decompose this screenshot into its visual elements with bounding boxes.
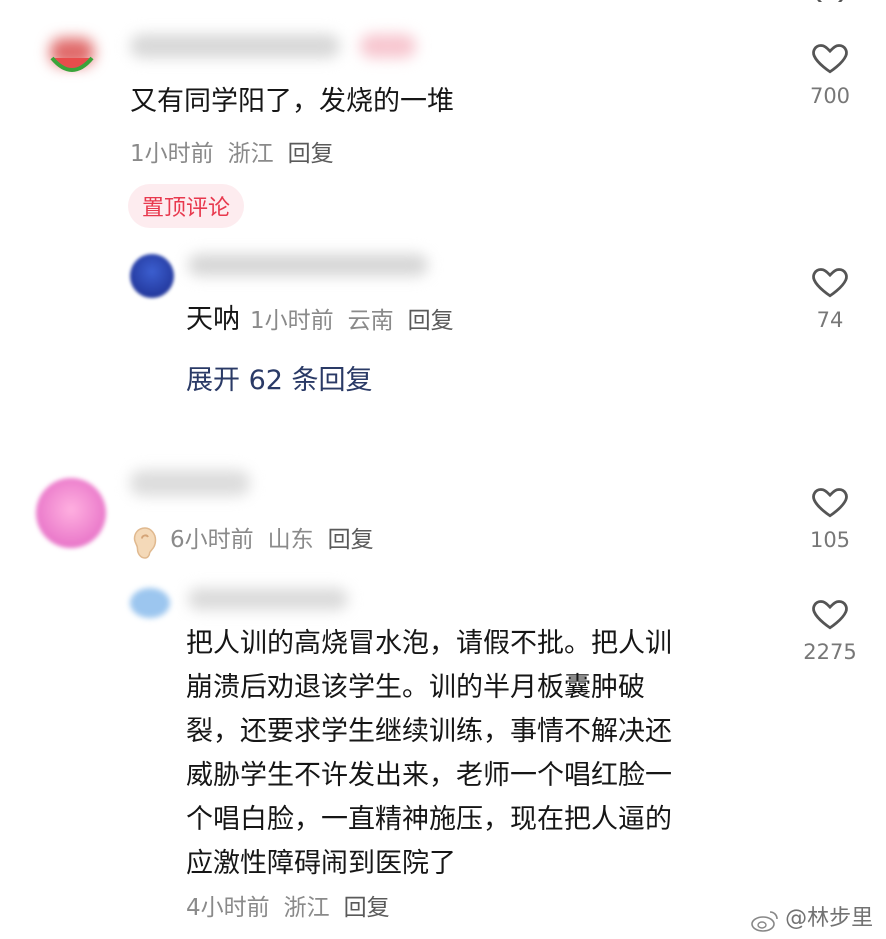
comment-text: 又有同学阳了，发烧的一堆	[130, 86, 454, 117]
comment-line: 个唱白脸，一直精神施压，现在把人逼的	[186, 804, 672, 835]
reply-line: 天呐 1小时前 云南 回复	[186, 298, 468, 342]
heart-outline-icon	[812, 600, 848, 630]
expand-replies-button[interactable]: 展开 62 条回复	[186, 358, 373, 397]
comment-location: 浙江	[227, 141, 274, 167]
weibo-logo-icon	[751, 910, 778, 932]
author-badge-redacted	[360, 34, 416, 58]
like-count: 700	[809, 84, 851, 108]
comment-2: 6小时前 山东 回复 105	[0, 460, 886, 580]
reply-1: 天呐 1小时前 云南 回复 74 展开 62 条回复	[0, 240, 886, 410]
avatar[interactable]	[36, 478, 106, 548]
like-button[interactable]: 700	[795, 36, 865, 108]
username-redacted	[130, 470, 250, 496]
reply-2: 把人训的高烧冒水泡，请假不批。把人训 崩溃后劝退该学生。训的半月板囊肿破 裂，还…	[0, 580, 886, 930]
avatar[interactable]	[130, 588, 170, 618]
comment-meta: 1小时前 浙江 回复	[130, 134, 348, 168]
comment-text: 天呐	[186, 304, 240, 335]
reply-button[interactable]: 回复	[288, 141, 334, 167]
username-redacted	[188, 254, 428, 276]
comment-time: 1小时前	[130, 141, 214, 167]
pinned-comment-badge: 置顶评论	[128, 184, 245, 228]
comment-location: 浙江	[283, 895, 330, 921]
comment-text: 把人训的高烧冒水泡，请假不批。把人训 崩溃后劝退该学生。训的半月板囊肿破 裂，还…	[186, 622, 776, 886]
comment-time: 4小时前	[186, 895, 270, 921]
watermark: @林步里	[750, 900, 873, 933]
reply-button[interactable]: 回复	[408, 308, 454, 334]
watermark-text: @林步里	[785, 906, 874, 931]
comment-time: 6小时前	[170, 527, 254, 553]
like-count: 74	[816, 308, 844, 332]
comment-line: 裂，还要求学生继续训练，事情不解决还	[186, 716, 672, 747]
avatar[interactable]	[46, 38, 98, 78]
meta-row: 6小时前 山东 回复	[130, 520, 388, 561]
heart-outline-icon	[812, 488, 848, 518]
reply-button[interactable]: 回复	[328, 527, 374, 553]
comment-1: 又有同学阳了，发烧的一堆 1小时前 浙江 回复 置顶评论 700	[0, 0, 886, 240]
like-count: 105	[809, 528, 851, 552]
like-button[interactable]: 74	[795, 260, 865, 332]
comment-line: 崩溃后劝退该学生。训的半月板囊肿破	[186, 672, 645, 703]
comment-time: 1小时前	[250, 308, 334, 334]
reply-button[interactable]: 回复	[344, 895, 390, 921]
avatar[interactable]	[130, 254, 174, 298]
like-button[interactable]: 105	[795, 480, 865, 552]
heart-outline-icon	[812, 268, 848, 298]
comment-line: 威胁学生不许发出来，老师一个唱红脸一	[186, 760, 672, 791]
heart-outline-icon	[812, 44, 848, 74]
username-redacted	[188, 588, 348, 610]
comment-line: 把人训的高烧冒水泡，请假不批。把人训	[186, 628, 672, 659]
comment-location: 云南	[347, 308, 394, 334]
comment-location: 山东	[267, 527, 314, 553]
like-count: 2275	[803, 640, 857, 664]
ear-icon	[133, 526, 157, 559]
comment-line: 应激性障碍闹到医院了	[186, 848, 456, 879]
comment-meta: 4小时前 浙江 回复	[186, 888, 404, 922]
like-button[interactable]: 2275	[795, 592, 865, 664]
username-redacted	[130, 34, 340, 58]
